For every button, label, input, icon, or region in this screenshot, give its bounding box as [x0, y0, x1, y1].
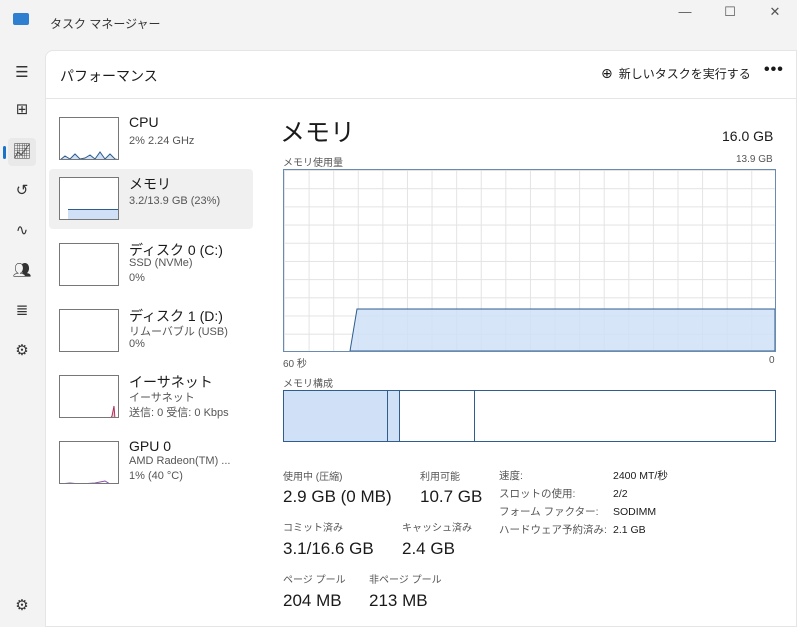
- close-button[interactable]: ✕: [760, 4, 790, 20]
- time-left-label: 60 秒: [283, 359, 307, 370]
- cpu-thumbnail: [59, 117, 119, 160]
- startup-icon[interactable]: ∿: [8, 217, 36, 245]
- disk1-thumbnail: [59, 309, 119, 352]
- speed-label: 速度:: [499, 470, 523, 482]
- more-options-button[interactable]: •••: [764, 61, 784, 79]
- item-detail: イーサネット: [129, 392, 195, 404]
- total-memory: 16.0 GB: [722, 128, 774, 144]
- item-name: メモリ: [129, 176, 171, 192]
- nonpaged-pool-label: 非ページ プール: [369, 575, 442, 586]
- item-usage: 1% (40 °C): [129, 470, 183, 482]
- memory-composition-bar: [283, 390, 776, 442]
- ethernet-thumbnail: [59, 375, 119, 418]
- main-panel: パフォーマンス ⊕ 新しいタスクを実行する ••• CPU 2% 2.24 GH…: [45, 50, 797, 627]
- in-use-label: 使用中 (圧縮): [283, 472, 343, 483]
- nav-rail: ☰ ⊞ 📈︎ ↺ ∿ 👥︎ ≣ ⚙︎ ⚙: [0, 45, 45, 627]
- composition-label: メモリ構成: [283, 379, 333, 390]
- memory-thumbnail: [59, 177, 119, 220]
- memory-properties: 速度: 2400 MT/秒 スロットの使用: 2/2 フォーム ファクター: SODI…: [499, 467, 668, 539]
- in-use-segment[interactable]: [284, 391, 388, 441]
- run-new-task-button[interactable]: ⊕ 新しいタスクを実行する: [601, 65, 751, 82]
- memory-usage-graph: [283, 169, 776, 352]
- memory-usage-area: [349, 308, 775, 351]
- users-icon[interactable]: 👥︎: [8, 257, 36, 285]
- hardware-reserved-value: 2.1 GB: [613, 524, 646, 536]
- sidebar-item-memory[interactable]: メモリ 3.2/13.9 GB (23%): [49, 169, 253, 229]
- menu-icon[interactable]: ☰: [8, 59, 36, 87]
- app-history-icon[interactable]: ↺: [8, 177, 36, 205]
- item-name: GPU 0: [129, 438, 172, 454]
- committed-value: 3.1/16.6 GB: [283, 539, 374, 558]
- nonpaged-pool-value: 213 MB: [369, 591, 428, 610]
- run-new-task-label: 新しいタスクを実行する: [618, 67, 751, 81]
- sidebar-item-gpu-0[interactable]: GPU 0 AMD Radeon(TM) ... 1% (40 °C): [49, 433, 253, 493]
- header: パフォーマンス ⊕ 新しいタスクを実行する •••: [46, 51, 797, 99]
- gpu-thumbnail: [59, 441, 119, 484]
- detail-title: メモリ: [280, 119, 356, 147]
- disk0-thumbnail: [59, 243, 119, 286]
- item-usage: 0%: [129, 338, 145, 350]
- sidebar-item-disk-1[interactable]: ディスク 1 (D:) リムーバブル (USB) 0%: [49, 301, 253, 361]
- paged-pool-label: ページ プール: [283, 575, 346, 586]
- processes-icon[interactable]: ⊞: [8, 96, 36, 124]
- maximize-button[interactable]: ☐: [715, 4, 745, 20]
- window-title: タスク マネージャー: [50, 17, 161, 31]
- speed-value: 2400 MT/秒: [613, 470, 668, 482]
- settings-icon[interactable]: ⚙: [8, 592, 36, 620]
- in-use-value: 2.9 GB (0 MB): [283, 487, 392, 506]
- free-segment[interactable]: [475, 391, 775, 441]
- time-right-label: 0: [769, 355, 775, 366]
- item-detail: リムーバブル (USB): [129, 326, 228, 338]
- available-label: 利用可能: [420, 472, 460, 483]
- hardware-reserved-label: ハードウェア予約済み:: [499, 524, 607, 536]
- item-detail: 3.2/13.9 GB (23%): [129, 195, 221, 207]
- minimize-button[interactable]: —: [670, 4, 700, 20]
- cached-label: キャッシュ済み: [402, 523, 472, 534]
- sidebar-item-disk-0[interactable]: ディスク 0 (C:) SSD (NVMe) 0%: [49, 235, 253, 295]
- title-bar: タスク マネージャー — ☐ ✕: [0, 0, 797, 45]
- task-manager-icon: [13, 13, 29, 25]
- cached-value: 2.4 GB: [402, 539, 455, 558]
- available-value: 10.7 GB: [420, 487, 483, 506]
- item-detail: SSD (NVMe): [129, 257, 193, 269]
- item-detail: AMD Radeon(TM) ...: [129, 455, 231, 467]
- form-factor-label: フォーム ファクター:: [499, 506, 599, 518]
- item-name: CPU: [129, 114, 159, 130]
- sidebar-item-ethernet[interactable]: イーサネット イーサネット 送信: 0 受信: 0 Kbps: [49, 367, 253, 427]
- paged-pool-value: 204 MB: [283, 591, 342, 610]
- services-icon[interactable]: ⚙︎: [8, 337, 36, 365]
- committed-label: コミット済み: [283, 523, 343, 534]
- form-factor-value: SODIMM: [613, 506, 657, 518]
- new-task-icon: ⊕: [601, 65, 613, 81]
- sidebar-item-cpu[interactable]: CPU 2% 2.24 GHz: [49, 109, 253, 169]
- modified-segment[interactable]: [388, 391, 400, 441]
- resource-list: CPU 2% 2.24 GHz メモリ 3.2/13.9 GB (23%) ディ…: [46, 109, 256, 509]
- slots-label: スロットの使用:: [499, 488, 576, 500]
- usage-max: 13.9 GB: [736, 154, 773, 165]
- details-icon[interactable]: ≣: [8, 297, 36, 325]
- usage-label: メモリ使用量: [283, 158, 343, 169]
- item-throughput: 送信: 0 受信: 0 Kbps: [129, 407, 229, 419]
- performance-icon[interactable]: 📈︎: [3, 138, 36, 166]
- page-title: パフォーマンス: [60, 68, 158, 84]
- item-detail: 2% 2.24 GHz: [129, 135, 195, 147]
- slots-value: 2/2: [613, 488, 628, 500]
- standby-segment[interactable]: [400, 391, 475, 441]
- item-usage: 0%: [129, 272, 145, 284]
